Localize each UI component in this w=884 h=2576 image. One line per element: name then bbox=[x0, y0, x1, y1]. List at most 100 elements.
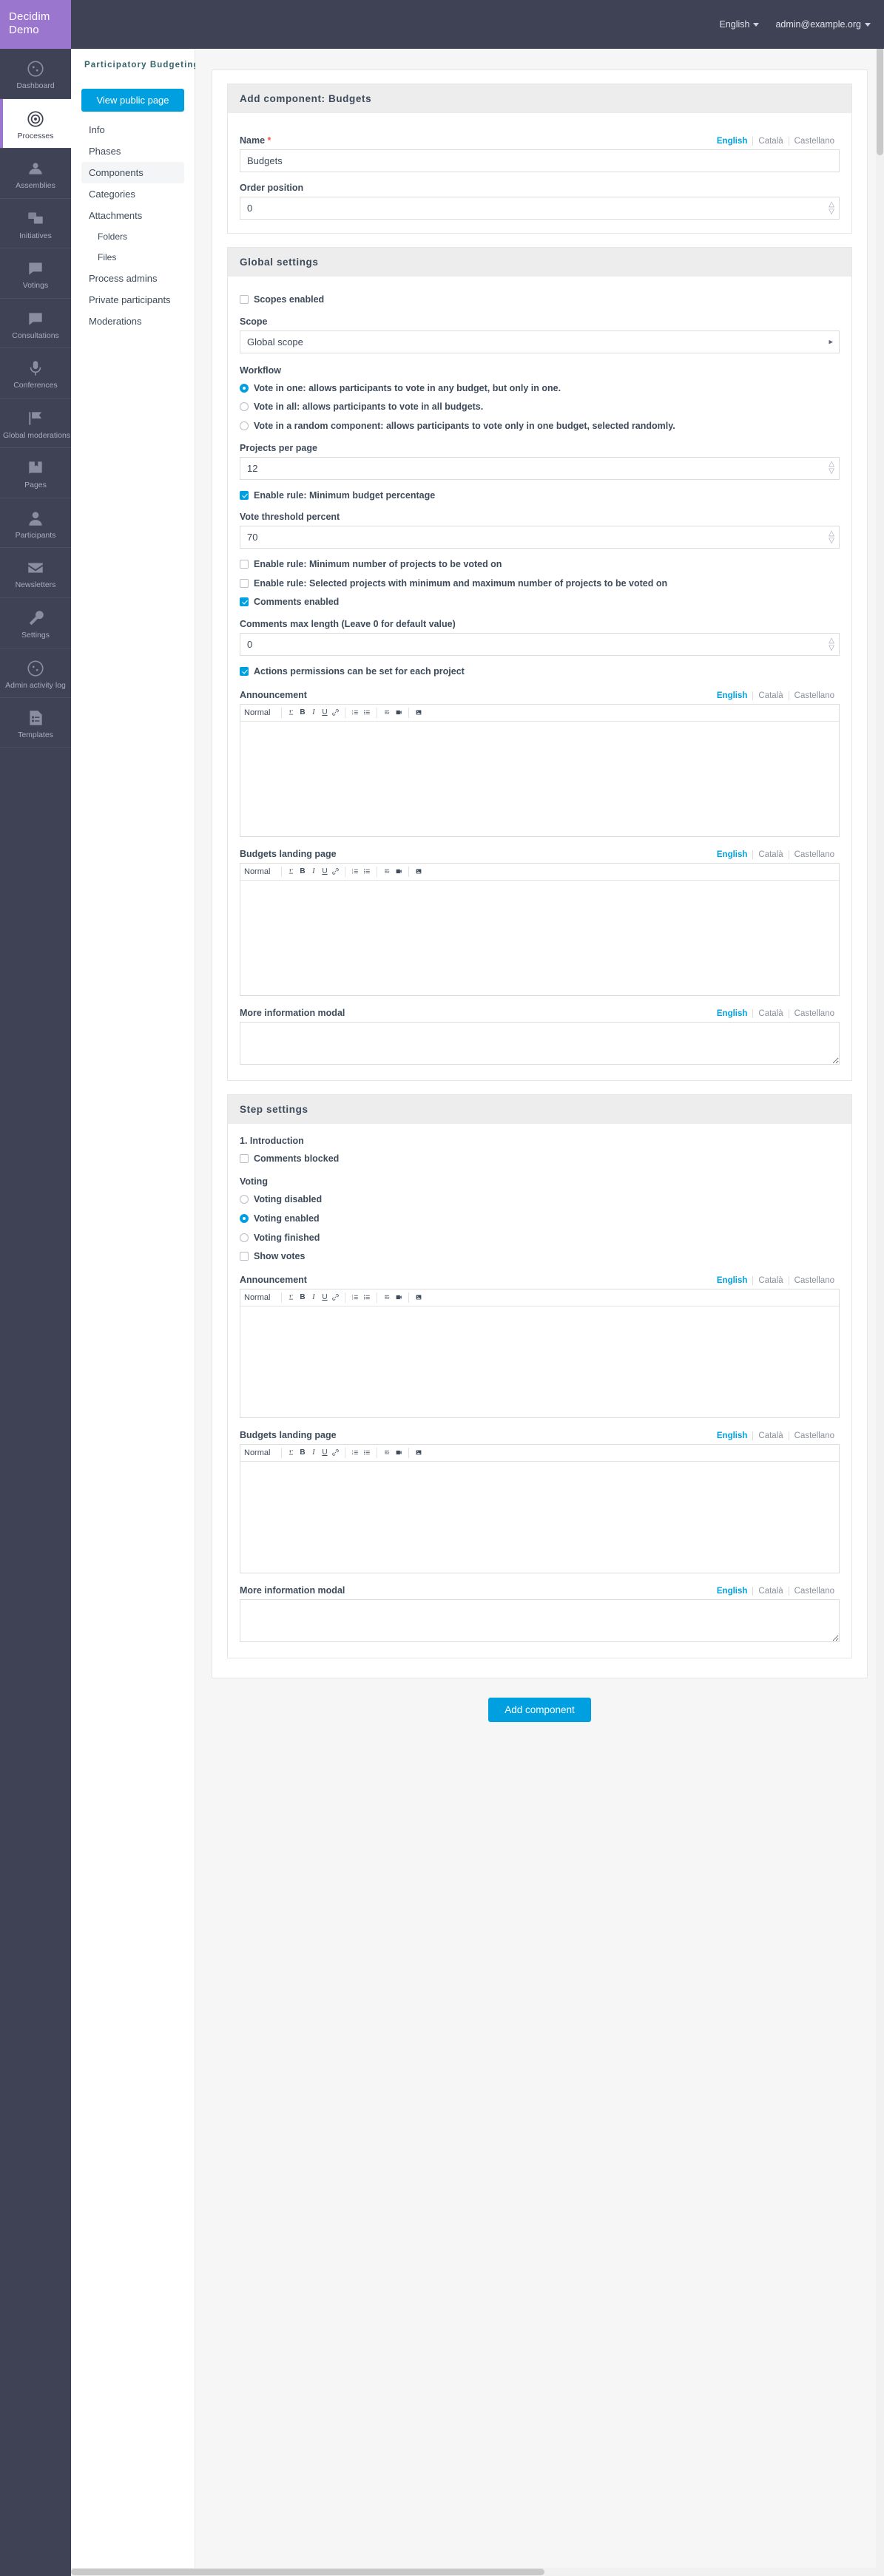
workflow-option-vote-random[interactable]: Vote in a random component: allows parti… bbox=[240, 421, 840, 433]
bullet-list-icon[interactable] bbox=[361, 707, 373, 719]
link-icon[interactable] bbox=[330, 1447, 341, 1459]
voting-option-enabled[interactable]: Voting enabled bbox=[240, 1213, 840, 1225]
actions-permissions-row[interactable]: Actions permissions can be set for each … bbox=[240, 666, 840, 678]
video-icon[interactable] bbox=[393, 1292, 405, 1304]
sidebar-item-newsletters[interactable]: Newsletters bbox=[0, 548, 71, 599]
step-announcement-editor-body[interactable] bbox=[240, 1306, 839, 1417]
rule-min-projects-row[interactable]: Enable rule: Minimum number of projects … bbox=[240, 559, 840, 571]
bold-icon[interactable]: B bbox=[297, 1292, 308, 1304]
italic-icon[interactable]: I bbox=[308, 1292, 319, 1304]
step-announcement-editor[interactable]: Normal B I U 1 2 3 bbox=[240, 1288, 840, 1418]
sidebar-item-categories[interactable]: Categories bbox=[81, 183, 184, 205]
underline-icon[interactable]: U bbox=[319, 707, 330, 719]
locale-tab-catala[interactable]: Català bbox=[752, 1586, 788, 1596]
sidebar-item-votings[interactable]: Votings bbox=[0, 248, 71, 299]
actions-permissions-checkbox[interactable] bbox=[240, 667, 249, 676]
bold-icon[interactable]: B bbox=[297, 707, 308, 719]
locale-tab-castellano[interactable]: Castellano bbox=[788, 1586, 840, 1596]
workflow-option-vote-in-one[interactable]: Vote in one: allows participants to vote… bbox=[240, 383, 840, 395]
sidebar-item-folders[interactable]: Folders bbox=[81, 226, 184, 247]
scope-select[interactable]: Global scope bbox=[240, 330, 840, 353]
scrollbar-thumb[interactable] bbox=[71, 2569, 544, 2575]
name-input[interactable] bbox=[240, 149, 840, 172]
code-icon[interactable] bbox=[381, 1292, 393, 1304]
rule-min-budget-row[interactable]: Enable rule: Minimum budget percentage bbox=[240, 490, 840, 502]
sidebar-item-assemblies[interactable]: Assemblies bbox=[0, 149, 71, 199]
voting-option-disabled[interactable]: Voting disabled bbox=[240, 1194, 840, 1206]
sidebar-item-attachments[interactable]: Attachments bbox=[81, 205, 184, 226]
bullet-list-icon[interactable] bbox=[361, 1447, 373, 1459]
locale-tab-english[interactable]: English bbox=[712, 850, 753, 859]
code-icon[interactable] bbox=[381, 866, 393, 878]
vote-threshold-input[interactable] bbox=[240, 526, 840, 549]
global-announcement-editor[interactable]: Normal B I U 1 2 3 bbox=[240, 703, 840, 837]
step-landing-page-editor-body[interactable] bbox=[240, 1461, 839, 1573]
code-icon[interactable] bbox=[381, 707, 393, 719]
underline-icon[interactable]: U bbox=[319, 1447, 330, 1459]
comments-max-length-input[interactable] bbox=[240, 633, 840, 656]
locale-tab-catala[interactable]: Català bbox=[752, 850, 788, 859]
global-announcement-editor-body[interactable] bbox=[240, 721, 839, 836]
sidebar-item-private-participants[interactable]: Private participants bbox=[81, 289, 184, 311]
editor-style-dropdown[interactable]: Normal bbox=[244, 1448, 277, 1457]
locale-tab-english[interactable]: English bbox=[712, 1431, 753, 1440]
rule-min-budget-checkbox[interactable] bbox=[240, 490, 249, 500]
user-menu[interactable]: admin@example.org bbox=[775, 19, 871, 30]
bold-icon[interactable]: B bbox=[297, 866, 308, 878]
sidebar-item-global-moderations[interactable]: Global moderations bbox=[0, 399, 71, 449]
stepper-icon[interactable]: △ ▽ bbox=[829, 637, 834, 652]
sidebar-item-admin-activity-log[interactable]: Admin activity log bbox=[0, 648, 71, 699]
erase-style-icon[interactable] bbox=[286, 866, 297, 878]
link-icon[interactable] bbox=[330, 707, 341, 719]
ordered-list-icon[interactable]: 123 bbox=[349, 866, 361, 878]
image-icon[interactable] bbox=[413, 1447, 425, 1459]
rule-selected-projects-checkbox[interactable] bbox=[240, 578, 249, 588]
view-public-page-button[interactable]: View public page bbox=[81, 89, 184, 112]
locale-tab-castellano[interactable]: Castellano bbox=[788, 137, 840, 146]
locale-tab-catala[interactable]: Català bbox=[752, 1009, 788, 1018]
ordered-list-icon[interactable]: 123 bbox=[349, 707, 361, 719]
projects-per-page-input[interactable] bbox=[240, 456, 840, 480]
sidebar-item-templates[interactable]: Templates bbox=[0, 698, 71, 748]
sidebar-item-conferences[interactable]: Conferences bbox=[0, 348, 71, 399]
sidebar-item-dashboard[interactable]: Dashboard bbox=[0, 49, 71, 99]
image-icon[interactable] bbox=[413, 866, 425, 878]
sidebar-item-components[interactable]: Components bbox=[81, 162, 184, 183]
horizontal-scrollbar[interactable] bbox=[71, 2568, 876, 2576]
sidebar-item-initiatives[interactable]: Initiatives bbox=[0, 199, 71, 249]
brand-logo[interactable]: Decidim Demo bbox=[0, 0, 71, 49]
editor-style-dropdown[interactable]: Normal bbox=[244, 1293, 277, 1302]
erase-style-icon[interactable] bbox=[286, 1447, 297, 1459]
voting-radio-enabled[interactable] bbox=[240, 1213, 249, 1223]
workflow-option-vote-in-all[interactable]: Vote in all: allows participants to vote… bbox=[240, 401, 840, 413]
add-component-button[interactable]: Add component bbox=[488, 1697, 591, 1722]
voting-option-finished[interactable]: Voting finished bbox=[240, 1233, 840, 1244]
sidebar-item-pages[interactable]: Pages bbox=[0, 448, 71, 498]
locale-tab-castellano[interactable]: Castellano bbox=[788, 850, 840, 859]
order-position-input[interactable] bbox=[240, 197, 840, 220]
code-icon[interactable] bbox=[381, 1447, 393, 1459]
video-icon[interactable] bbox=[393, 707, 405, 719]
sidebar-item-participants[interactable]: Participants bbox=[0, 498, 71, 549]
locale-tab-english[interactable]: English bbox=[712, 1587, 753, 1596]
sidebar-item-consultations[interactable]: Consultations bbox=[0, 299, 71, 349]
sidebar-item-settings[interactable]: Settings bbox=[0, 598, 71, 648]
sidebar-item-process-admins[interactable]: Process admins bbox=[81, 268, 184, 289]
rule-min-projects-checkbox[interactable] bbox=[240, 560, 249, 569]
show-votes-checkbox[interactable] bbox=[240, 1252, 249, 1261]
underline-icon[interactable]: U bbox=[319, 1292, 330, 1304]
image-icon[interactable] bbox=[413, 1292, 425, 1304]
sidebar-item-files[interactable]: Files bbox=[81, 247, 184, 268]
erase-style-icon[interactable] bbox=[286, 707, 297, 719]
show-votes-row[interactable]: Show votes bbox=[240, 1251, 840, 1263]
video-icon[interactable] bbox=[393, 1447, 405, 1459]
locale-tab-english[interactable]: English bbox=[712, 137, 753, 146]
locale-tab-castellano[interactable]: Castellano bbox=[788, 1275, 840, 1285]
locale-tab-castellano[interactable]: Castellano bbox=[788, 1431, 840, 1440]
comments-blocked-row[interactable]: Comments blocked bbox=[240, 1153, 840, 1165]
locale-tab-catala[interactable]: Català bbox=[752, 137, 788, 146]
locale-tab-english[interactable]: English bbox=[712, 691, 753, 700]
workflow-radio-vote-in-one[interactable] bbox=[240, 383, 249, 393]
locale-tab-catala[interactable]: Català bbox=[752, 1275, 788, 1285]
italic-icon[interactable]: I bbox=[308, 707, 319, 719]
